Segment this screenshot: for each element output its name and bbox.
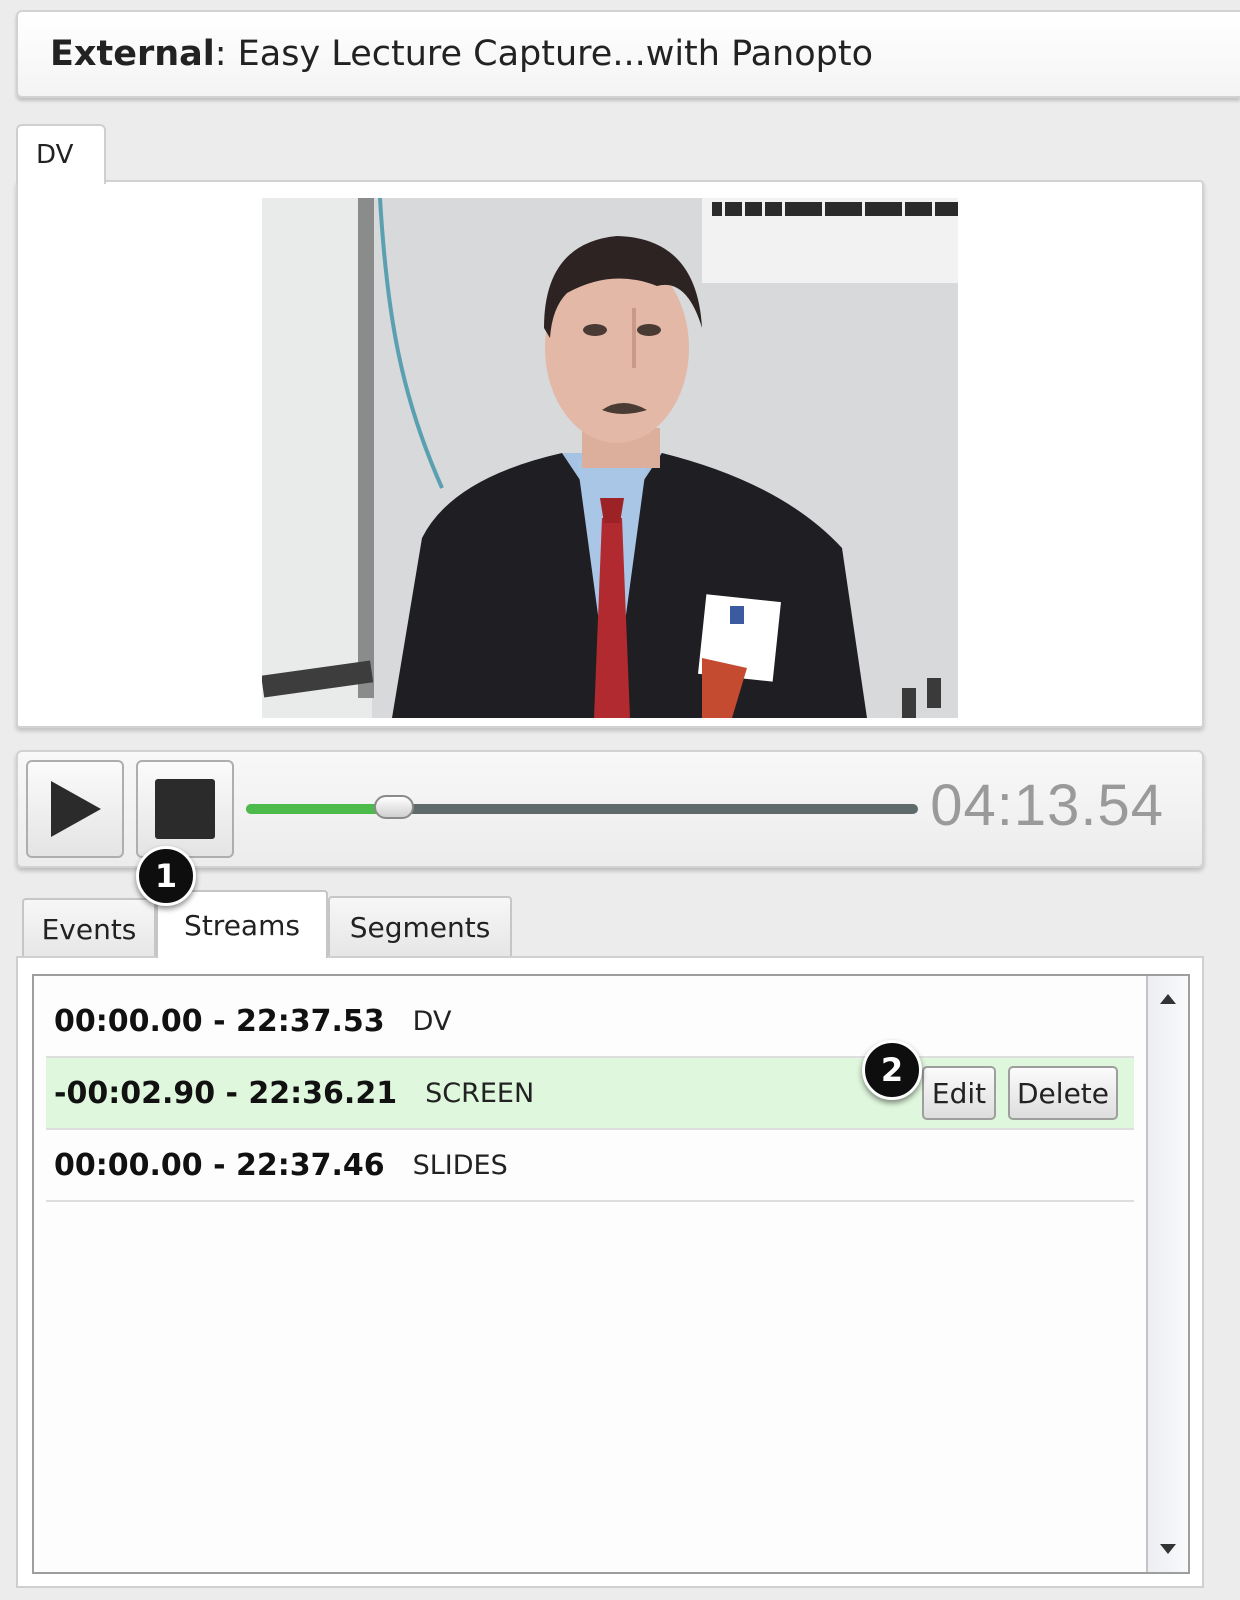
stream-row-selected[interactable]: -00:02.90 - 22:36.21 SCREEN Edit Delete xyxy=(46,1058,1134,1130)
callout-badge-2: 2 xyxy=(862,1040,922,1100)
seek-bar-progress xyxy=(246,804,394,814)
tab-segments[interactable]: Segments xyxy=(328,896,512,956)
streams-list: 00:00.00 - 22:37.53 DV -00:02.90 - 22:36… xyxy=(32,974,1190,1574)
stream-name: SCREEN xyxy=(425,1077,535,1109)
callout-badge-1: 1 xyxy=(136,846,196,906)
delete-stream-button[interactable]: Delete xyxy=(1008,1066,1118,1120)
tab-events[interactable]: Events xyxy=(22,898,156,958)
tab-dv-source[interactable]: DV xyxy=(16,124,106,184)
title-separator: : xyxy=(214,34,227,74)
window-title-bar: External: Easy Lecture Capture...with Pa… xyxy=(16,10,1240,98)
video-panel xyxy=(16,180,1204,728)
stream-time-range: 00:00.00 - 22:37.53 xyxy=(54,1003,385,1039)
stream-time-range: -00:02.90 - 22:36.21 xyxy=(54,1075,398,1111)
stop-button[interactable] xyxy=(136,760,234,858)
stream-name: DV xyxy=(412,1005,452,1037)
stop-icon xyxy=(155,779,215,839)
scroll-down-arrow-icon[interactable] xyxy=(1160,1544,1176,1554)
play-button[interactable] xyxy=(26,760,124,858)
edit-stream-button[interactable]: Edit xyxy=(922,1066,996,1120)
streams-panel: 00:00.00 - 22:37.53 DV -00:02.90 - 22:36… xyxy=(16,956,1204,1588)
stream-time-range: 00:00.00 - 22:37.46 xyxy=(54,1147,385,1183)
seek-bar[interactable] xyxy=(246,795,918,819)
stream-row[interactable]: 00:00.00 - 22:37.53 DV xyxy=(46,986,1134,1058)
vertical-scrollbar[interactable] xyxy=(1146,976,1188,1572)
title-prefix: External xyxy=(50,34,215,74)
session-title: Easy Lecture Capture...with Panopto xyxy=(226,34,874,74)
playback-controls: 04:13.54 xyxy=(16,750,1204,868)
timecode-display: 04:13.54 xyxy=(930,773,1164,838)
scroll-up-arrow-icon[interactable] xyxy=(1160,994,1176,1004)
stream-row[interactable]: 00:00.00 - 22:37.46 SLIDES xyxy=(46,1130,1134,1202)
stream-name: SLIDES xyxy=(412,1149,508,1181)
video-preview xyxy=(262,198,958,718)
presenter-video-frame xyxy=(262,198,958,718)
seek-bar-handle[interactable] xyxy=(373,795,414,819)
play-icon xyxy=(51,781,101,837)
